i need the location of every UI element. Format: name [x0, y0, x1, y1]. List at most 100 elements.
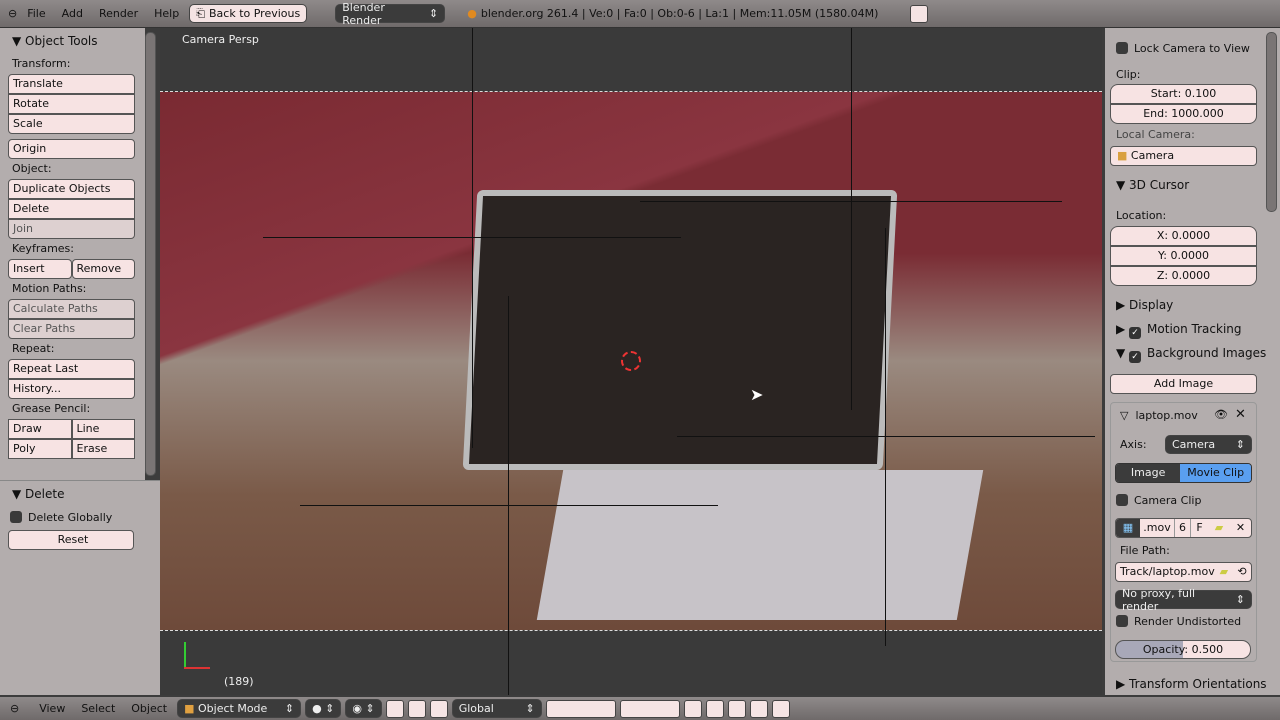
menu-view[interactable]: View — [33, 702, 71, 715]
erase-button[interactable]: Erase — [71, 439, 135, 459]
motion-tracking-panel-header[interactable]: ▶ ✓ Motion Tracking — [1116, 322, 1242, 339]
repeat-last-button[interactable]: Repeat Last — [8, 359, 135, 379]
clip-name-field[interactable]: .mov — [1140, 519, 1174, 537]
eye-icon[interactable]: 👁 — [1214, 408, 1228, 421]
camera-frame-bottom — [160, 630, 1102, 631]
clear-paths-button[interactable]: Clear Paths — [8, 319, 135, 339]
menu-file[interactable]: File — [21, 7, 51, 20]
insert-keyframe-button[interactable]: Insert — [8, 259, 72, 279]
fullscreen-icon[interactable] — [910, 4, 929, 23]
poly-button[interactable]: Poly — [8, 439, 72, 459]
background-images-panel-header[interactable]: ▼ ✓ Background Images — [1116, 346, 1266, 363]
transform-label: Transform: — [12, 57, 71, 70]
manipulator-icon[interactable] — [385, 699, 404, 718]
cursor-y-field[interactable]: Y: 0.0000 — [1110, 246, 1257, 266]
clip-selector: ▦ .mov 6 F ▰ ✕ — [1115, 518, 1252, 538]
render-undistorted-checkbox[interactable]: Render Undistorted — [1116, 615, 1241, 628]
pivot-point-select[interactable]: ◉ ⇕ — [345, 699, 382, 718]
render-opengl-icon[interactable] — [749, 699, 768, 718]
bg-item-header[interactable]: ▽ laptop.mov — [1120, 409, 1198, 422]
movie-clip-icon[interactable]: ▦ — [1116, 519, 1140, 537]
clip-users[interactable]: 6 — [1174, 519, 1190, 537]
folder-icon[interactable]: ▰ — [1215, 563, 1233, 581]
camera-clip-checkbox[interactable]: Camera Clip — [1116, 494, 1201, 507]
render-animation-icon[interactable] — [771, 699, 790, 718]
operator-panel: ▼ Delete Delete Globally Reset — [0, 480, 160, 695]
tab-movie-clip[interactable]: Movie Clip — [1180, 464, 1251, 482]
track-marker-line — [508, 296, 509, 695]
track-marker-line — [472, 28, 473, 448]
viewport-header: ⊖ View Select Object ■ Object Mode ⇕ ● ⇕ … — [0, 697, 1280, 720]
check-icon[interactable]: ✓ — [1129, 327, 1142, 339]
transform-orientation-select[interactable]: Global ⇕ — [451, 699, 542, 718]
scale-button[interactable]: Scale — [8, 114, 135, 134]
menu-select[interactable]: Select — [75, 702, 121, 715]
layers-grid[interactable] — [545, 699, 616, 718]
menu-add[interactable]: Add — [56, 7, 89, 20]
cursor-z-field[interactable]: Z: 0.0000 — [1110, 266, 1257, 286]
menu-help[interactable]: Help — [148, 7, 185, 20]
snap-icon[interactable] — [727, 699, 746, 718]
transform-orientations-header[interactable]: ▶ Transform Orientations — [1116, 677, 1267, 691]
tool-shelf-scrollbar[interactable] — [145, 32, 156, 476]
line-button[interactable]: Line — [71, 419, 135, 439]
rotate-manipulator-icon[interactable] — [429, 699, 448, 718]
translate-manipulator-icon[interactable] — [407, 699, 426, 718]
fake-user-button[interactable]: F — [1190, 519, 1208, 537]
clip-end-field[interactable]: End: 1000.000 — [1110, 104, 1257, 124]
check-icon[interactable]: ✓ — [1129, 351, 1142, 363]
3d-cursor-icon[interactable] — [621, 351, 641, 371]
scene-stats: blender.org 261.4 | Ve:0 | Fa:0 | Ob:0-6… — [480, 7, 879, 20]
join-button[interactable]: Join — [8, 219, 135, 239]
viewport-shading-select[interactable]: ● ⇕ — [305, 699, 342, 718]
axis-select[interactable]: Camera ⇕ — [1165, 435, 1252, 454]
origin-button[interactable]: Origin — [8, 139, 135, 159]
reset-button[interactable]: Reset — [8, 530, 134, 550]
delete-globally-checkbox[interactable]: Delete Globally — [0, 507, 160, 528]
proxy-select[interactable]: No proxy, full render ⇕ — [1115, 587, 1252, 613]
back-to-previous-button[interactable]: ⎗ Back to Previous — [189, 4, 308, 23]
axis-x-icon — [184, 667, 210, 669]
open-folder-icon[interactable]: ▰ — [1208, 519, 1230, 537]
history-button[interactable]: History... — [8, 379, 135, 399]
properties-scrollbar[interactable] — [1266, 32, 1277, 212]
editor-type-icon[interactable]: ⊖ — [8, 7, 17, 20]
layers-grid-2[interactable] — [619, 699, 680, 718]
delete-button[interactable]: Delete — [8, 199, 135, 219]
draw-button[interactable]: Draw — [8, 419, 72, 439]
camera-object-icon: ■ — [1117, 149, 1128, 162]
tab-image[interactable]: Image — [1116, 464, 1181, 482]
duplicate-objects-button[interactable]: Duplicate Objects — [8, 179, 135, 199]
local-camera-field[interactable]: ■ Camera — [1110, 146, 1257, 166]
remove-keyframe-button[interactable]: Remove — [71, 259, 135, 279]
object-label: Object: — [12, 162, 52, 175]
menu-render[interactable]: Render — [93, 7, 144, 20]
cursor-x-field[interactable]: X: 0.0000 — [1110, 226, 1257, 246]
clip-start-field[interactable]: Start: 0.100 — [1110, 84, 1257, 104]
calculate-paths-button[interactable]: Calculate Paths — [8, 299, 135, 319]
reload-icon[interactable]: ⟲ — [1233, 563, 1251, 581]
3d-cursor-panel-header[interactable]: ▼ 3D Cursor — [1116, 178, 1189, 192]
object-tools-header[interactable]: ▼ Object Tools — [0, 28, 145, 54]
render-engine-select[interactable]: Blender Render ⇕ — [335, 1, 446, 27]
mouse-cursor-icon: ➤ — [750, 385, 764, 404]
rotate-button[interactable]: Rotate — [8, 94, 135, 114]
lock-camera-checkbox[interactable]: Lock Camera to View — [1116, 42, 1250, 55]
updown-icon: ⇕ — [1235, 593, 1245, 606]
add-image-button[interactable]: Add Image — [1110, 374, 1257, 394]
close-icon[interactable]: ✕ — [1235, 407, 1246, 422]
menu-object[interactable]: Object — [125, 702, 173, 715]
opacity-slider[interactable]: Opacity: 0.500 — [1115, 640, 1251, 659]
lock-layers-icon[interactable] — [683, 699, 702, 718]
updown-icon: ⇕ — [284, 702, 295, 715]
mode-select[interactable]: ■ Object Mode ⇕ — [177, 699, 302, 718]
translate-button[interactable]: Translate — [8, 74, 135, 94]
delete-operator-header[interactable]: ▼ Delete — [0, 481, 160, 507]
proportional-edit-icon[interactable] — [705, 699, 724, 718]
display-panel-header[interactable]: ▶ Display — [1116, 298, 1173, 312]
file-path-field[interactable]: Track/laptop.mov — [1116, 563, 1215, 581]
editor-type-icon[interactable]: ⊖ — [10, 702, 19, 715]
blender-logo-icon: ● — [467, 7, 477, 20]
unlink-icon[interactable]: ✕ — [1230, 519, 1251, 537]
laptop-screen-image — [462, 190, 898, 470]
